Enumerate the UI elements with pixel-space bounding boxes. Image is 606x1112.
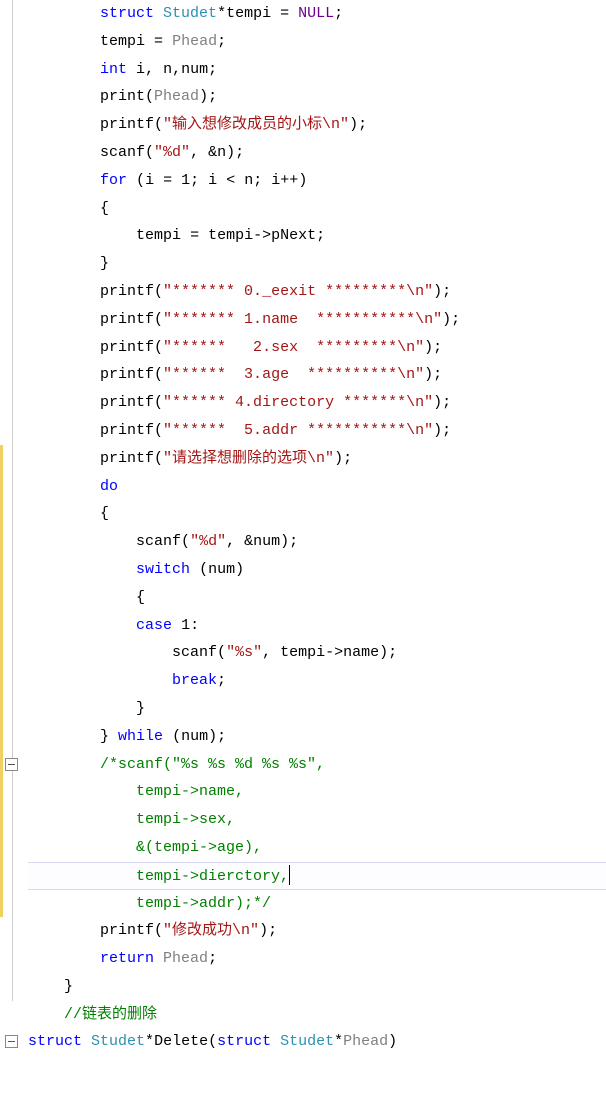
gutter-line	[0, 222, 28, 250]
code-line[interactable]: case 1:	[28, 612, 606, 640]
code-line[interactable]: switch (num)	[28, 556, 606, 584]
code-line[interactable]: }	[28, 695, 606, 723]
code-line[interactable]: {	[28, 500, 606, 528]
gutter-line	[0, 306, 28, 334]
code-line[interactable]: print(Phead);	[28, 83, 606, 111]
code-line[interactable]: tempi = Phead;	[28, 28, 606, 56]
code-line[interactable]: //链表的删除	[28, 1001, 606, 1029]
code-line[interactable]: int i, n,num;	[28, 56, 606, 84]
gutter-line	[0, 445, 28, 473]
gutter-line	[0, 1001, 28, 1029]
code-line[interactable]: printf("****** 2.sex *********\n");	[28, 334, 606, 362]
code-line[interactable]: } while (num);	[28, 723, 606, 751]
code-line[interactable]: }	[28, 973, 606, 1001]
gutter-line	[0, 83, 28, 111]
gutter-line	[0, 556, 28, 584]
code-line[interactable]: printf("请选择想删除的选项\n");	[28, 445, 606, 473]
gutter-line	[0, 334, 28, 362]
gutter-line	[0, 667, 28, 695]
code-line[interactable]: scanf("%d", &n);	[28, 139, 606, 167]
code-line[interactable]: tempi->dierctory,	[28, 862, 606, 890]
code-line[interactable]: printf("修改成功\n");	[28, 917, 606, 945]
gutter-line	[0, 278, 28, 306]
code-line[interactable]: /*scanf("%s %s %d %s %s",	[28, 751, 606, 779]
gutter-line	[0, 111, 28, 139]
fold-icon[interactable]	[5, 758, 18, 771]
code-line[interactable]: tempi->name,	[28, 778, 606, 806]
editor-gutter	[0, 0, 28, 1056]
gutter-line	[0, 167, 28, 195]
code-line[interactable]: tempi->addr);*/	[28, 890, 606, 918]
gutter-line	[0, 389, 28, 417]
code-line[interactable]: printf("****** 4.directory *******\n");	[28, 389, 606, 417]
code-line[interactable]: }	[28, 250, 606, 278]
code-line[interactable]: printf("****** 5.addr ***********\n");	[28, 417, 606, 445]
code-line[interactable]: {	[28, 584, 606, 612]
gutter-line	[0, 945, 28, 973]
gutter-line	[0, 639, 28, 667]
gutter-line	[0, 500, 28, 528]
text-cursor	[289, 865, 290, 885]
code-line[interactable]: printf("输入想修改成员的小标\n");	[28, 111, 606, 139]
gutter-line	[0, 1028, 28, 1056]
fold-icon[interactable]	[5, 1035, 18, 1048]
code-line[interactable]: printf("******* 0._eexit *********\n");	[28, 278, 606, 306]
code-line[interactable]: scanf("%s", tempi->name);	[28, 639, 606, 667]
code-line[interactable]: struct Studet*tempi = NULL;	[28, 0, 606, 28]
gutter-line	[0, 806, 28, 834]
code-line[interactable]: break;	[28, 667, 606, 695]
gutter-line	[0, 723, 28, 751]
code-line[interactable]: for (i = 1; i < n; i++)	[28, 167, 606, 195]
code-line[interactable]: &(tempi->age),	[28, 834, 606, 862]
code-line[interactable]: struct Studet*Delete(struct Studet*Phead…	[28, 1028, 606, 1056]
gutter-line	[0, 973, 28, 1001]
code-line[interactable]: {	[28, 195, 606, 223]
code-line[interactable]: return Phead;	[28, 945, 606, 973]
gutter-line	[0, 751, 28, 779]
gutter-line	[0, 195, 28, 223]
code-line[interactable]: printf("****** 3.age **********\n");	[28, 361, 606, 389]
code-editor[interactable]: struct Studet*tempi = NULL; tempi = Phea…	[0, 0, 606, 1056]
code-line[interactable]: do	[28, 473, 606, 501]
code-line[interactable]: tempi->sex,	[28, 806, 606, 834]
code-line[interactable]: printf("******* 1.name ***********\n");	[28, 306, 606, 334]
gutter-line	[0, 528, 28, 556]
gutter-line	[0, 695, 28, 723]
gutter-line	[0, 250, 28, 278]
gutter-line	[0, 361, 28, 389]
gutter-line	[0, 890, 28, 918]
gutter-line	[0, 28, 28, 56]
gutter-line	[0, 612, 28, 640]
gutter-line	[0, 917, 28, 945]
gutter-line	[0, 56, 28, 84]
code-area[interactable]: struct Studet*tempi = NULL; tempi = Phea…	[28, 0, 606, 1056]
gutter-line	[0, 0, 28, 28]
gutter-line	[0, 584, 28, 612]
gutter-line	[0, 473, 28, 501]
code-line[interactable]: tempi = tempi->pNext;	[28, 222, 606, 250]
gutter-line	[0, 139, 28, 167]
code-line[interactable]: scanf("%d", &num);	[28, 528, 606, 556]
gutter-line	[0, 417, 28, 445]
gutter-line	[0, 834, 28, 862]
gutter-line	[0, 862, 28, 890]
gutter-line	[0, 778, 28, 806]
